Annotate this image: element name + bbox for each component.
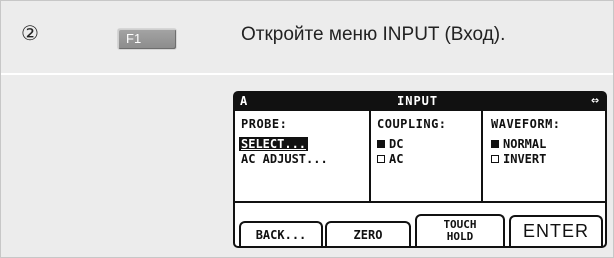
navigation-arrows-icon: ⇔ xyxy=(591,93,599,108)
softkey-enter[interactable]: ENTER xyxy=(509,215,603,246)
probe-heading: PROBE: xyxy=(241,117,288,131)
step-instruction: Откройте меню INPUT (Вход). xyxy=(241,24,506,45)
probe-option-select-label: SELECT... xyxy=(239,137,309,151)
instruction-table: ② F1 Откройте меню INPUT (Вход). A INPUT… xyxy=(0,0,614,258)
coupling-option-ac[interactable]: AC xyxy=(377,152,403,166)
unchecked-box-icon xyxy=(491,155,499,163)
waveform-option-invert-label: INVERT xyxy=(503,152,547,166)
coupling-heading: COUPLING: xyxy=(377,117,447,131)
softkey-back[interactable]: BACK... xyxy=(239,221,323,246)
checked-box-icon xyxy=(377,140,385,148)
input-mode-label: A xyxy=(240,94,248,108)
unchecked-box-icon xyxy=(377,155,385,163)
panel-bottom-line xyxy=(235,201,605,203)
coupling-option-dc[interactable]: DC xyxy=(377,137,403,151)
checked-box-icon xyxy=(491,140,499,148)
f1-key-icon: F1 xyxy=(117,28,177,50)
menu-panel: PROBE: SELECT... AC ADJUST... COUPLING: … xyxy=(235,111,605,203)
coupling-option-ac-label: AC xyxy=(389,152,404,166)
waveform-heading: WAVEFORM: xyxy=(491,117,561,131)
step-row: ② F1 Откройте меню INPUT (Вход). xyxy=(1,1,613,73)
instrument-screen: A INPUT ⇔ PROBE: SELECT... AC ADJUST... … xyxy=(233,91,607,248)
softkey-touch-label: TOUCH xyxy=(443,218,477,231)
softkey-back-label: BACK... xyxy=(255,228,307,242)
softkey-touch-hold[interactable]: TOUCH HOLD xyxy=(415,214,505,246)
row-divider xyxy=(1,73,613,75)
softkey-bar: BACK... ZERO TOUCH HOLD ENTER xyxy=(235,213,605,246)
column-divider xyxy=(369,111,371,203)
waveform-option-invert[interactable]: INVERT xyxy=(491,152,546,166)
screen-title-bar: A INPUT ⇔ xyxy=(235,93,605,111)
softkey-zero-label: ZERO xyxy=(353,228,383,242)
column-divider xyxy=(481,111,483,203)
softkey-hold-label: HOLD xyxy=(446,230,474,243)
probe-option-ac-adjust[interactable]: AC ADJUST... xyxy=(241,152,328,166)
coupling-option-dc-label: DC xyxy=(389,137,404,151)
softkey-zero[interactable]: ZERO xyxy=(325,221,411,246)
probe-option-select[interactable]: SELECT... xyxy=(239,137,309,151)
waveform-option-normal[interactable]: NORMAL xyxy=(491,137,546,151)
menu-title: INPUT xyxy=(397,94,439,108)
step-number: ② xyxy=(21,21,39,45)
waveform-option-normal-label: NORMAL xyxy=(503,137,547,151)
